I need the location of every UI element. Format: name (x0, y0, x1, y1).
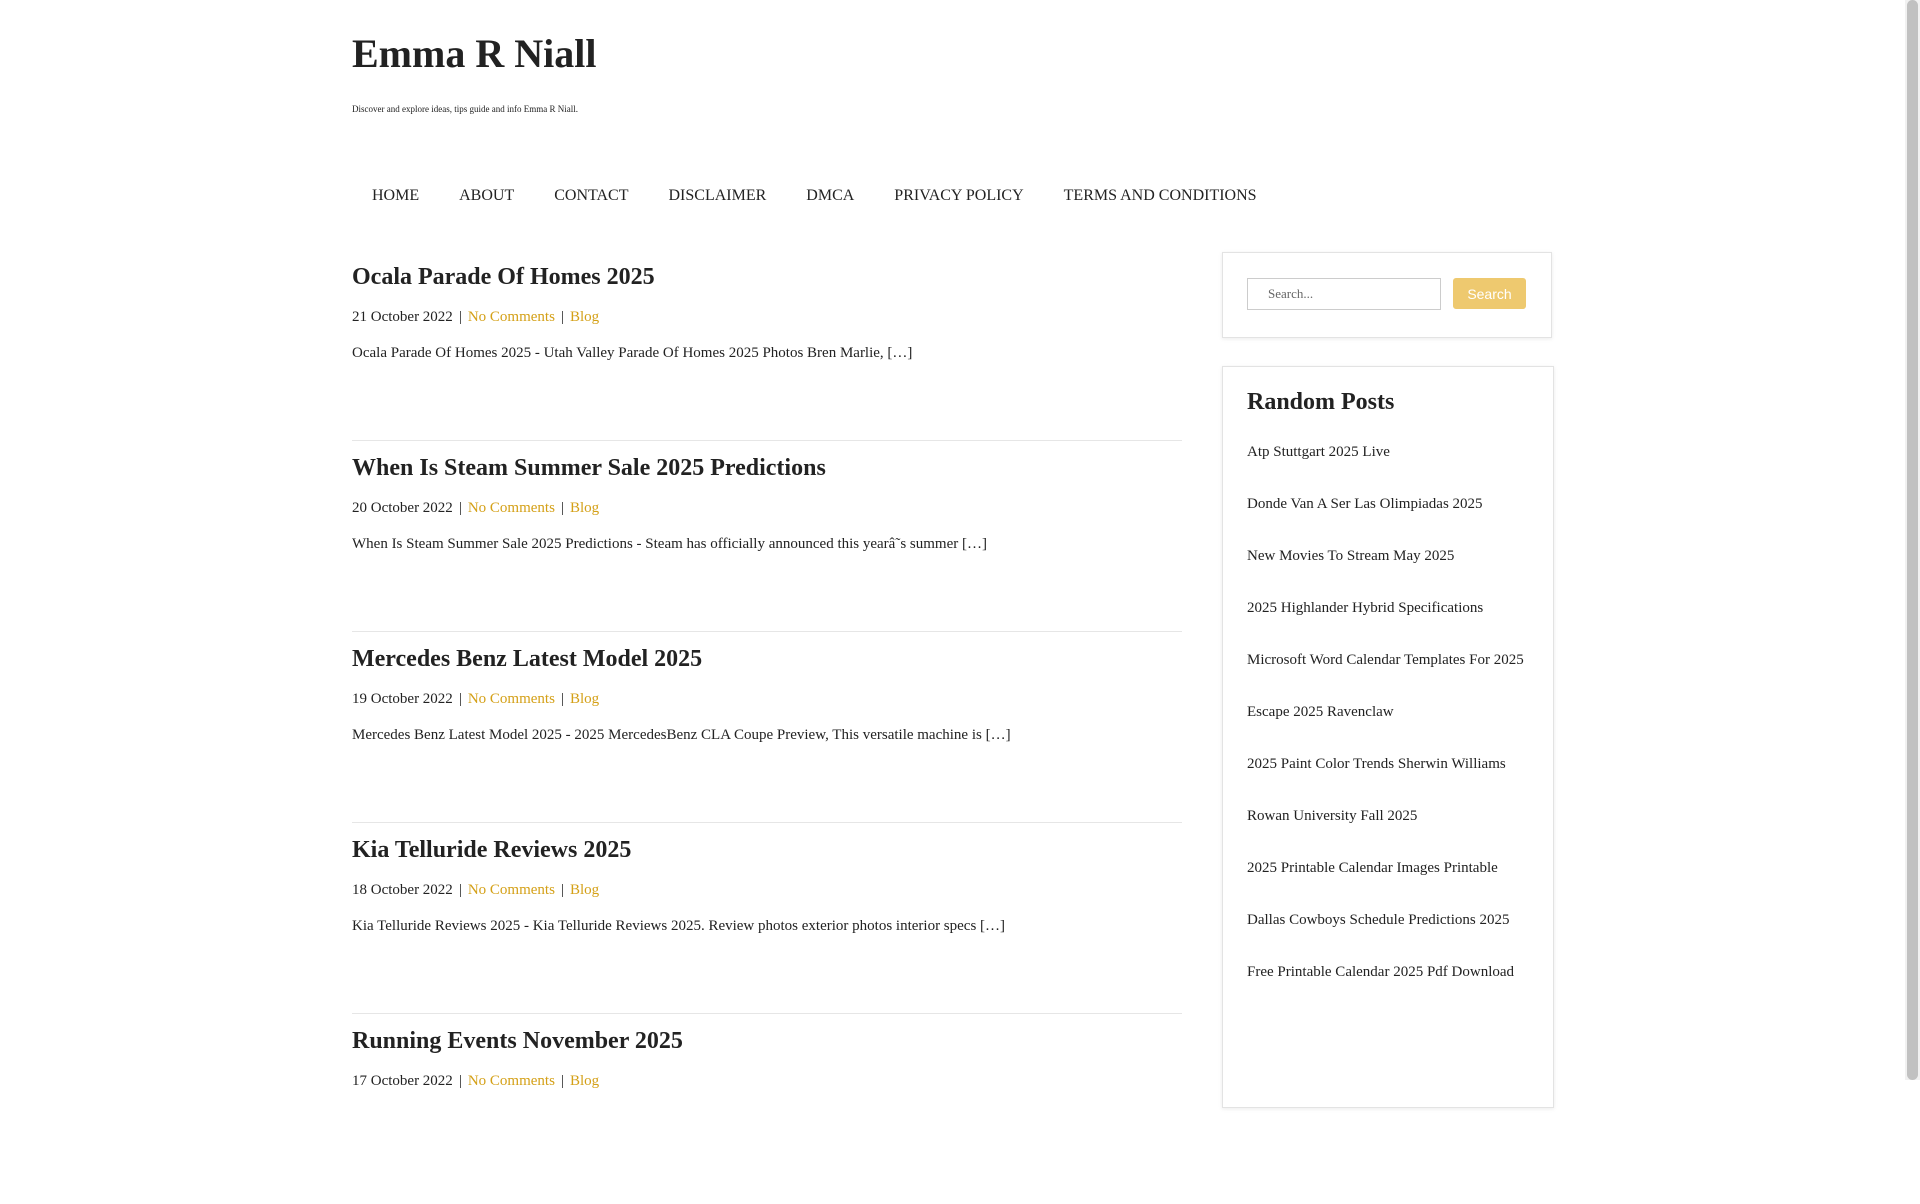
meta-separator: | (560, 500, 564, 516)
post-date: 17 October 2022 (352, 1073, 453, 1089)
meta-separator: | (458, 691, 462, 707)
random-posts-list: Atp Stuttgart 2025 Live Donde Van A Ser … (1247, 439, 1532, 1011)
random-post-link[interactable]: Dallas Cowboys Schedule Predictions 2025 (1247, 907, 1532, 933)
site-description: Discover and explore ideas, tips guide a… (352, 104, 578, 114)
post-meta: 21 October 2022 | No Comments | Blog (352, 309, 599, 326)
random-post-link[interactable]: New Movies To Stream May 2025 (1247, 543, 1532, 569)
random-post-link[interactable]: 2025 Paint Color Trends Sherwin Williams (1247, 751, 1532, 777)
post-excerpt: When Is Steam Summer Sale 2025 Predictio… (352, 536, 987, 552)
post-comments-link[interactable]: No Comments (468, 882, 555, 898)
random-post-link[interactable]: Escape 2025 Ravenclaw (1247, 699, 1532, 725)
post-excerpt: Mercedes Benz Latest Model 2025 - 2025 M… (352, 727, 1011, 743)
nav-item-terms[interactable]: TERMS AND CONDITIONS (1044, 186, 1277, 206)
post-date: 21 October 2022 (352, 309, 453, 325)
post-category-link[interactable]: Blog (570, 691, 599, 707)
widget-title: Random Posts (1247, 389, 1395, 415)
meta-separator: | (560, 309, 564, 325)
random-posts-widget: Random Posts Atp Stuttgart 2025 Live Don… (1222, 366, 1554, 1108)
post-excerpt: Ocala Parade Of Homes 2025 - Utah Valley… (352, 345, 913, 361)
post-category-link[interactable]: Blog (570, 500, 599, 516)
search-button[interactable]: Search (1453, 278, 1526, 309)
post-date: 18 October 2022 (352, 882, 453, 898)
post-comments-link[interactable]: No Comments (468, 1073, 555, 1089)
post-excerpt: Kia Telluride Reviews 2025 - Kia Telluri… (352, 918, 1006, 934)
post-title[interactable]: Ocala Parade Of Homes 2025 (352, 264, 655, 291)
scrollbar-thumb[interactable] (1907, 0, 1918, 1080)
main-nav: HOME ABOUT CONTACT DISCLAIMER DMCA PRIVA… (352, 186, 1277, 206)
post-category-link[interactable]: Blog (570, 1073, 599, 1089)
post-category-link[interactable]: Blog (570, 309, 599, 325)
random-post-link[interactable]: 2025 Printable Calendar Images Printable (1247, 855, 1532, 881)
post-item: When Is Steam Summer Sale 2025 Predictio… (352, 441, 1182, 632)
post-title[interactable]: Kia Telluride Reviews 2025 (352, 837, 631, 864)
post-date: 20 October 2022 (352, 500, 453, 516)
post-item: Ocala Parade Of Homes 2025 21 October 20… (352, 250, 1182, 441)
post-meta: 18 October 2022 | No Comments | Blog (352, 882, 599, 899)
post-meta: 19 October 2022 | No Comments | Blog (352, 691, 599, 708)
nav-item-dmca[interactable]: DMCA (786, 186, 874, 206)
search-input[interactable] (1247, 278, 1441, 310)
random-post-link[interactable]: 2025 Highlander Hybrid Specifications (1247, 595, 1532, 621)
post-date: 19 October 2022 (352, 691, 453, 707)
post-comments-link[interactable]: No Comments (468, 500, 555, 516)
post-comments-link[interactable]: No Comments (468, 691, 555, 707)
search-widget: Search (1222, 252, 1552, 338)
nav-item-contact[interactable]: CONTACT (534, 186, 648, 206)
post-title[interactable]: Mercedes Benz Latest Model 2025 (352, 646, 702, 673)
post-list: Ocala Parade Of Homes 2025 21 October 20… (352, 250, 1182, 1204)
nav-item-privacy-policy[interactable]: PRIVACY POLICY (874, 186, 1043, 206)
nav-item-about[interactable]: ABOUT (439, 186, 534, 206)
random-post-link[interactable]: Donde Van A Ser Las Olimpiadas 2025 (1247, 491, 1532, 517)
post-comments-link[interactable]: No Comments (468, 309, 555, 325)
meta-separator: | (560, 691, 564, 707)
post-meta: 17 October 2022 | No Comments | Blog (352, 1073, 599, 1090)
meta-separator: | (458, 309, 462, 325)
nav-item-home[interactable]: HOME (352, 186, 439, 206)
post-item: Kia Telluride Reviews 2025 18 October 20… (352, 823, 1182, 1014)
nav-item-disclaimer[interactable]: DISCLAIMER (649, 186, 787, 206)
post-item: Mercedes Benz Latest Model 2025 19 Octob… (352, 632, 1182, 823)
post-meta: 20 October 2022 | No Comments | Blog (352, 500, 599, 517)
meta-separator: | (458, 1073, 462, 1089)
random-post-link[interactable]: Rowan University Fall 2025 (1247, 803, 1532, 829)
post-item: Running Events November 2025 17 October … (352, 1014, 1182, 1204)
random-post-link[interactable]: Microsoft Word Calendar Templates For 20… (1247, 647, 1532, 673)
sidebar: Search Random Posts Atp Stuttgart 2025 L… (1222, 252, 1554, 1108)
meta-separator: | (560, 1073, 564, 1089)
meta-separator: | (560, 882, 564, 898)
post-category-link[interactable]: Blog (570, 882, 599, 898)
meta-separator: | (458, 500, 462, 516)
random-post-link[interactable]: Atp Stuttgart 2025 Live (1247, 439, 1532, 465)
post-title[interactable]: Running Events November 2025 (352, 1028, 683, 1055)
site-title[interactable]: Emma R Niall (352, 30, 596, 77)
scrollbar[interactable] (1905, 0, 1920, 1080)
meta-separator: | (458, 882, 462, 898)
random-post-link[interactable]: Free Printable Calendar 2025 Pdf Downloa… (1247, 959, 1532, 985)
post-title[interactable]: When Is Steam Summer Sale 2025 Predictio… (352, 455, 826, 482)
